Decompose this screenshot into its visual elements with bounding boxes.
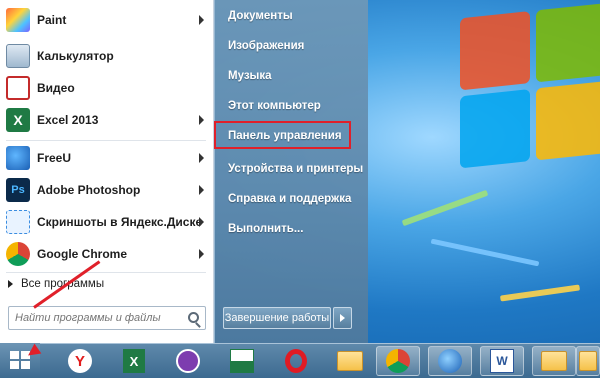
search-box[interactable]	[8, 306, 206, 330]
excel-file-icon	[230, 349, 254, 373]
taskbar-word[interactable]: W	[480, 346, 524, 376]
yandex-browser-icon: Y	[68, 349, 92, 373]
link-documents[interactable]: Документы	[228, 10, 293, 22]
shutdown-button[interactable]: Завершение работы	[223, 307, 331, 329]
program-calculator[interactable]: Калькулятор	[4, 42, 210, 70]
taskbar-viber[interactable]	[166, 346, 210, 376]
program-excel-2013[interactable]: X Excel 2013	[4, 106, 210, 134]
divider	[6, 140, 206, 141]
link-devices-and-printers[interactable]: Устройства и принтеры	[228, 163, 363, 175]
excel-icon: X	[123, 349, 145, 373]
taskbar-folder-2[interactable]	[532, 346, 576, 376]
taskbar-chrome[interactable]	[376, 346, 420, 376]
opera-icon	[285, 349, 307, 373]
chevron-right-icon	[199, 217, 204, 227]
start-menu-left-pane: Paint Калькулятор Видео X Excel 2013 Fre…	[0, 0, 214, 343]
divider	[6, 272, 206, 273]
program-adobe-photoshop[interactable]: Ps Adobe Photoshop	[4, 176, 210, 204]
program-yandex-disk-screenshots[interactable]: Скриншоты в Яндекс.Диске	[4, 208, 210, 236]
program-freeu[interactable]: FreeU	[4, 144, 210, 172]
taskbar-yandex-browser[interactable]: Y	[58, 346, 102, 376]
highlight-frame	[214, 121, 351, 149]
yandex-disk-screenshot-icon	[6, 210, 30, 234]
word-icon: W	[490, 349, 514, 373]
freeu-icon	[438, 349, 462, 373]
chevron-right-icon	[199, 153, 204, 163]
windows-logo-wallpaper	[460, 2, 600, 189]
taskbar-opera[interactable]	[274, 346, 318, 376]
chevron-right-icon	[199, 115, 204, 125]
search-input[interactable]	[15, 310, 180, 326]
freeu-icon	[6, 146, 30, 170]
link-pictures[interactable]: Изображения	[228, 40, 304, 52]
excel-icon: X	[6, 108, 30, 132]
folder-icon	[337, 351, 363, 371]
all-programs-link[interactable]: Все программы	[8, 278, 104, 290]
chevron-right-icon	[199, 185, 204, 195]
chevron-right-icon	[199, 15, 204, 25]
shutdown-options-button[interactable]	[333, 307, 352, 329]
folder-icon	[541, 351, 567, 371]
program-paint[interactable]: Paint	[4, 6, 210, 34]
program-video[interactable]: Видео	[4, 74, 210, 102]
folder-icon	[579, 351, 597, 371]
taskbar-folder-3[interactable]	[576, 346, 600, 376]
video-icon	[6, 76, 30, 100]
link-this-computer[interactable]: Этот компьютер	[228, 100, 321, 112]
search-icon[interactable]	[188, 312, 199, 323]
chrome-icon	[6, 242, 30, 266]
link-help-and-support[interactable]: Справка и поддержка	[228, 193, 351, 205]
paint-icon	[6, 8, 30, 32]
taskbar-excel[interactable]: X	[112, 346, 156, 376]
calculator-icon	[6, 44, 30, 68]
photoshop-icon: Ps	[6, 178, 30, 202]
link-music[interactable]: Музыка	[228, 70, 272, 82]
chevron-right-icon	[199, 249, 204, 259]
taskbar-folder[interactable]	[328, 346, 372, 376]
chrome-icon	[386, 349, 410, 373]
viber-icon	[176, 349, 200, 373]
taskbar-freeu[interactable]	[428, 346, 472, 376]
program-google-chrome[interactable]: Google Chrome	[4, 240, 210, 268]
link-run[interactable]: Выполнить...	[228, 223, 303, 235]
taskbar-excel-file[interactable]	[220, 346, 264, 376]
triangle-right-icon	[8, 280, 13, 288]
